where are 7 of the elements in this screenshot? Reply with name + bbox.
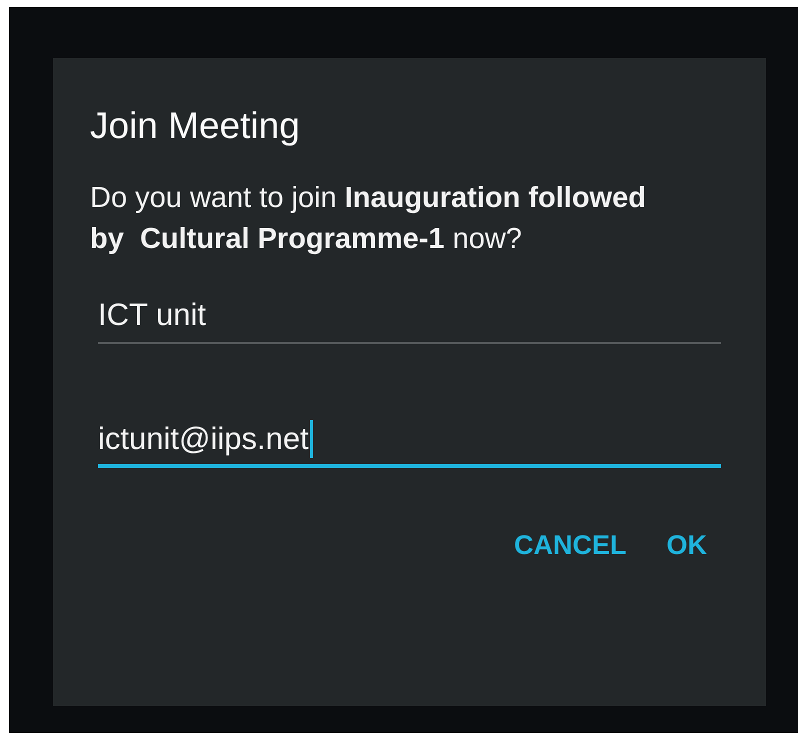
dialog-button[interactable]: CANCEL: [502, 522, 638, 569]
dialog-message: Do you want to join Inauguration followed by Cultural Programme-1 now?: [90, 181, 647, 257]
input-field[interactable]: ictunit@iips.net: [98, 420, 721, 468]
input-field[interactable]: ICT unit: [98, 296, 721, 344]
text-cursor: [310, 420, 313, 458]
dialog-title: Join Meeting: [90, 104, 301, 148]
dialog-button[interactable]: OK: [654, 522, 719, 569]
